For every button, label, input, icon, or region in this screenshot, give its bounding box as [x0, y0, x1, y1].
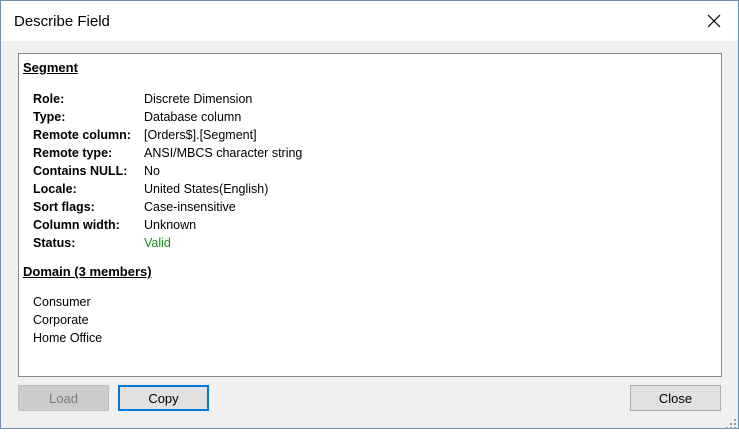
property-value: United States(English) [144, 182, 269, 196]
property-key: Sort flags: [33, 200, 95, 214]
title-bar: Describe Field [1, 1, 738, 41]
property-value: Unknown [144, 218, 197, 232]
property-value: [Orders$].[Segment] [144, 128, 257, 142]
domain-member: Corporate [33, 313, 89, 327]
property-row-sort-flags: Sort flags: Case-insensitive [33, 198, 302, 216]
domain-members-list: Consumer Corporate Home Office [33, 293, 102, 347]
property-row-role: Role: Discrete Dimension [33, 90, 302, 108]
property-row-contains-null: Contains NULL: No [33, 162, 302, 180]
property-row-locale: Locale: United States(English) [33, 180, 302, 198]
property-row-remote-type: Remote type: ANSI/MBCS character string [33, 144, 302, 162]
properties-list: Role: Discrete Dimension Type: Database co… [33, 90, 302, 252]
resize-grip-icon[interactable] [726, 416, 736, 429]
domain-member: Consumer [33, 295, 91, 309]
property-key: Remote column: [33, 128, 131, 142]
property-value: Database column [144, 110, 242, 124]
segment-heading: Segment [23, 60, 78, 75]
property-row-status: Status: Valid [33, 234, 302, 252]
property-row-remote-column: Remote column: [Orders$].[Segment] [33, 126, 302, 144]
dialog-title: Describe Field [14, 13, 110, 30]
copy-button[interactable]: Copy [118, 385, 209, 411]
property-value: Case-insensitive [144, 200, 236, 214]
property-key: Remote type: [33, 146, 113, 160]
status-value: Valid [144, 236, 171, 250]
property-row-type: Type: Database column [33, 108, 302, 126]
property-key: Contains NULL: [33, 164, 128, 178]
property-key: Locale: [33, 182, 77, 196]
property-key: Type: [33, 110, 66, 124]
load-button[interactable]: Load [18, 385, 109, 411]
close-icon[interactable] [702, 9, 726, 33]
describe-field-dialog: Describe Field Segment Role: Discrete Dim… [0, 0, 739, 429]
property-key: Role: [33, 92, 65, 106]
property-value: Discrete Dimension [144, 92, 253, 106]
property-key: Status: [33, 236, 76, 250]
domain-member: Home Office [33, 331, 103, 345]
property-row-column-width: Column width: Unknown [33, 216, 302, 234]
property-value: No [144, 164, 160, 178]
field-description-panel[interactable]: Segment Role: Discrete Dimension Type: Dat… [18, 53, 722, 377]
close-button[interactable]: Close [630, 385, 721, 411]
domain-heading: Domain (3 members) [23, 264, 152, 279]
property-key: Column width: [33, 218, 120, 232]
property-value: ANSI/MBCS character string [144, 146, 303, 160]
